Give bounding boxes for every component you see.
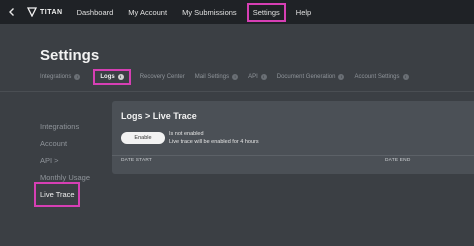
top-navbar: TITAN Dashboard My Account My Submission… <box>0 0 474 24</box>
tab-document-generation[interactable]: Document Generation i <box>277 74 345 80</box>
nav-my-account[interactable]: My Account <box>128 8 167 17</box>
tab-logs[interactable]: Logs i <box>93 69 131 85</box>
tab-api[interactable]: API i <box>248 74 267 80</box>
panel-divider <box>112 155 474 156</box>
sidebar-item-integrations[interactable]: Integrations <box>40 118 90 135</box>
tab-label: Integrations <box>40 74 72 80</box>
column-header-date-start[interactable]: DATE START <box>121 158 152 163</box>
tab-label: Mail Settings <box>194 74 230 80</box>
tabs-divider <box>0 91 474 92</box>
tab-label: Logs <box>100 74 115 80</box>
settings-tabs: Integrations i Logs i Recovery Center Ma… <box>40 69 419 85</box>
info-icon: i <box>117 74 124 80</box>
settings-sidebar: Integrations Account API > Monthly Usage… <box>34 118 90 207</box>
info-icon: i <box>338 74 345 80</box>
info-icon: i <box>260 74 267 80</box>
panel-title: Logs > Live Trace <box>121 111 197 121</box>
column-header-date-end[interactable]: DATE END <box>385 158 411 163</box>
live-trace-status: Is not enabled Live trace will be enable… <box>169 130 259 146</box>
page-title: Settings <box>40 47 100 64</box>
nav-my-submissions[interactable]: My Submissions <box>182 8 237 17</box>
tab-integrations[interactable]: Integrations i <box>40 74 81 80</box>
info-icon: i <box>402 74 409 80</box>
brand-logo[interactable]: TITAN <box>27 7 63 17</box>
titan-logo-icon <box>27 7 37 17</box>
status-line: Is not enabled <box>169 131 204 137</box>
enable-button[interactable]: Enable <box>121 132 165 144</box>
sidebar-item-live-trace[interactable]: Live Trace <box>34 182 80 207</box>
back-icon[interactable] <box>3 3 21 21</box>
tab-label: Account Settings <box>354 74 400 80</box>
brand-name: TITAN <box>40 8 63 16</box>
status-note: Live trace will be enabled for 4 hours <box>169 139 259 145</box>
info-icon: i <box>232 74 239 80</box>
sidebar-item-api[interactable]: API > <box>40 152 90 169</box>
nav-dashboard[interactable]: Dashboard <box>77 8 114 17</box>
nav-settings[interactable]: Settings <box>246 2 286 22</box>
sidebar-item-account[interactable]: Account <box>40 135 90 152</box>
sidebar-item-monthly-usage[interactable]: Monthly Usage <box>40 169 90 186</box>
tab-account-settings[interactable]: Account Settings i <box>354 74 409 80</box>
live-trace-panel: Logs > Live Trace Enable Is not enabled … <box>112 101 474 174</box>
tab-label: Recovery Center <box>139 74 185 80</box>
nav-help[interactable]: Help <box>296 8 311 17</box>
tab-recovery-center[interactable]: Recovery Center <box>140 74 185 80</box>
info-icon: i <box>74 74 81 80</box>
tab-mail-settings[interactable]: Mail Settings i <box>194 74 239 80</box>
tab-label: Document Generation <box>276 74 336 80</box>
tab-label: API <box>248 74 258 80</box>
